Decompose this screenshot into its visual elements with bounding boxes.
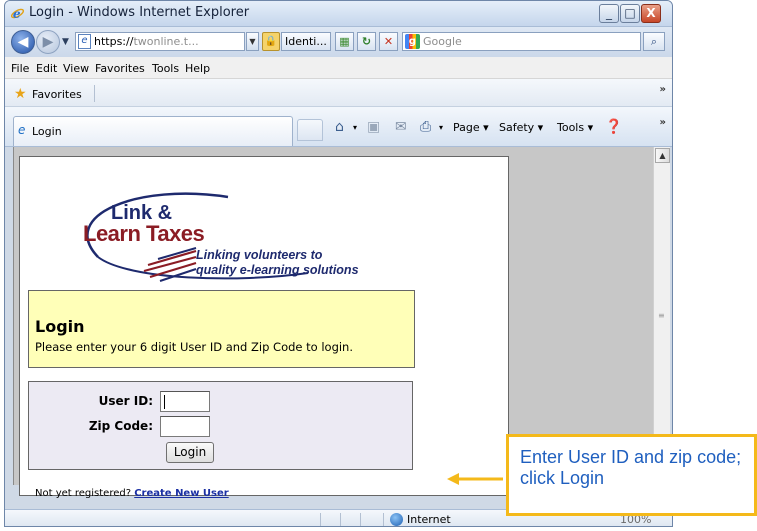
- stop-icon[interactable]: ✕: [379, 32, 398, 51]
- compatibility-icon[interactable]: ▦: [335, 32, 354, 51]
- logo-tagline: Linking volunteers to quality e-learning…: [196, 248, 359, 278]
- title-bar: e Login - Windows Internet Explorer _ □ …: [5, 1, 672, 27]
- page-icon: e: [78, 34, 91, 49]
- page-title: Login: [35, 317, 85, 336]
- favorites-button[interactable]: Favorites: [32, 88, 82, 101]
- menu-tools[interactable]: Tools: [152, 62, 179, 75]
- register-line: Not yet registered? Create New User: [35, 488, 229, 499]
- scroll-up-icon[interactable]: ▲: [655, 148, 670, 163]
- menu-view[interactable]: View: [63, 62, 89, 75]
- menu-file[interactable]: File: [11, 62, 29, 75]
- home-icon[interactable]: ⌂: [335, 119, 344, 135]
- identity-button[interactable]: Identi...: [281, 32, 331, 51]
- page-menu[interactable]: Page ▾: [453, 121, 489, 134]
- link-learn-logo: Link & Learn Taxes Linking volunteers to…: [78, 185, 368, 285]
- logo-tagline-1: Linking volunteers to: [196, 248, 323, 262]
- print-icon[interactable]: ⎙: [420, 119, 431, 135]
- user-id-label: User ID:: [98, 394, 153, 408]
- refresh-icon[interactable]: ↻: [357, 32, 376, 51]
- lock-icon[interactable]: 🔒: [262, 32, 280, 51]
- forward-button[interactable]: ▶: [36, 30, 60, 54]
- menu-help[interactable]: Help: [185, 62, 210, 75]
- callout-arrow-icon: [447, 473, 503, 485]
- user-id-input[interactable]: [160, 391, 210, 412]
- tools-menu[interactable]: Tools ▾: [557, 121, 593, 134]
- recent-pages-dropdown-icon[interactable]: ▼: [62, 37, 69, 47]
- divider: [340, 513, 341, 526]
- address-dropdown-icon[interactable]: ▼: [246, 32, 259, 51]
- divider: [94, 85, 95, 102]
- text-caret: [164, 395, 165, 409]
- chevron-right-icon[interactable]: »: [660, 84, 666, 95]
- minimize-button[interactable]: _: [599, 4, 619, 23]
- menu-edit[interactable]: Edit: [36, 62, 57, 75]
- login-instructions: Please enter your 6 digit User ID and Zi…: [35, 340, 354, 354]
- divider: [360, 513, 361, 526]
- address-input[interactable]: https://twonline.t...: [75, 32, 245, 51]
- logo-tagline-2: quality e-learning solutions: [196, 263, 359, 277]
- read-mail-icon[interactable]: ✉: [395, 119, 407, 135]
- divider: [320, 513, 321, 526]
- scroll-grip-icon[interactable]: ≡: [658, 311, 665, 320]
- login-header-box: Login Please enter your 6 digit User ID …: [28, 290, 415, 368]
- new-tab-button[interactable]: [297, 119, 323, 141]
- ie-logo-icon: e: [10, 7, 25, 21]
- tab-login[interactable]: e Login: [13, 116, 293, 146]
- menu-favorites[interactable]: Favorites: [95, 62, 145, 75]
- register-prompt: Not yet registered?: [35, 488, 132, 499]
- menu-bar: File Edit View Favorites Tools Help: [5, 57, 672, 79]
- command-bar: e Login ⌂ ▾ ▣ ✉ ⎙ ▾ Page ▾ Safety ▾ Tool…: [5, 107, 672, 147]
- login-button[interactable]: Login: [166, 442, 214, 463]
- url-host: twonline.t...: [133, 35, 199, 48]
- favorites-star-icon[interactable]: ★: [14, 86, 27, 102]
- chevron-right-icon[interactable]: »: [660, 117, 666, 128]
- tab-title: Login: [32, 125, 62, 138]
- window-title: Login - Windows Internet Explorer: [29, 5, 250, 20]
- help-icon[interactable]: ❓: [605, 119, 622, 135]
- login-page: Link & Learn Taxes Linking volunteers to…: [19, 156, 509, 499]
- favorites-bar: ★ Favorites »: [5, 79, 672, 107]
- divider: [383, 513, 384, 526]
- feeds-icon[interactable]: ▣: [367, 119, 380, 135]
- print-dropdown-icon[interactable]: ▾: [439, 123, 443, 132]
- url-prefix: https://: [94, 35, 134, 48]
- zip-code-input[interactable]: [160, 416, 210, 437]
- logo-line2: Learn Taxes: [83, 221, 205, 246]
- address-toolbar: ◀ ▶ ▼ https://twonline.t... e ▼ 🔒 Identi…: [5, 27, 672, 57]
- ie-page-icon: e: [18, 123, 26, 137]
- zip-code-label: Zip Code:: [88, 419, 153, 433]
- safety-menu[interactable]: Safety ▾: [499, 121, 543, 134]
- instruction-callout: Enter User ID and zip code; click Login: [506, 434, 757, 516]
- login-form: User ID: Zip Code: Login: [28, 381, 413, 470]
- google-icon: g: [405, 34, 420, 49]
- svg-text:e: e: [13, 7, 21, 21]
- callout-text: Enter User ID and zip code; click Login: [520, 447, 742, 488]
- create-new-user-link[interactable]: Create New User: [134, 488, 229, 499]
- maximize-button[interactable]: □: [620, 4, 640, 23]
- internet-zone-icon: [390, 513, 403, 526]
- search-input[interactable]: Google: [402, 32, 641, 51]
- security-zone-label[interactable]: Internet: [407, 513, 451, 526]
- close-button[interactable]: X: [641, 4, 661, 23]
- back-button[interactable]: ◀: [11, 30, 35, 54]
- search-icon[interactable]: ⌕: [643, 32, 665, 51]
- home-dropdown-icon[interactable]: ▾: [353, 123, 357, 132]
